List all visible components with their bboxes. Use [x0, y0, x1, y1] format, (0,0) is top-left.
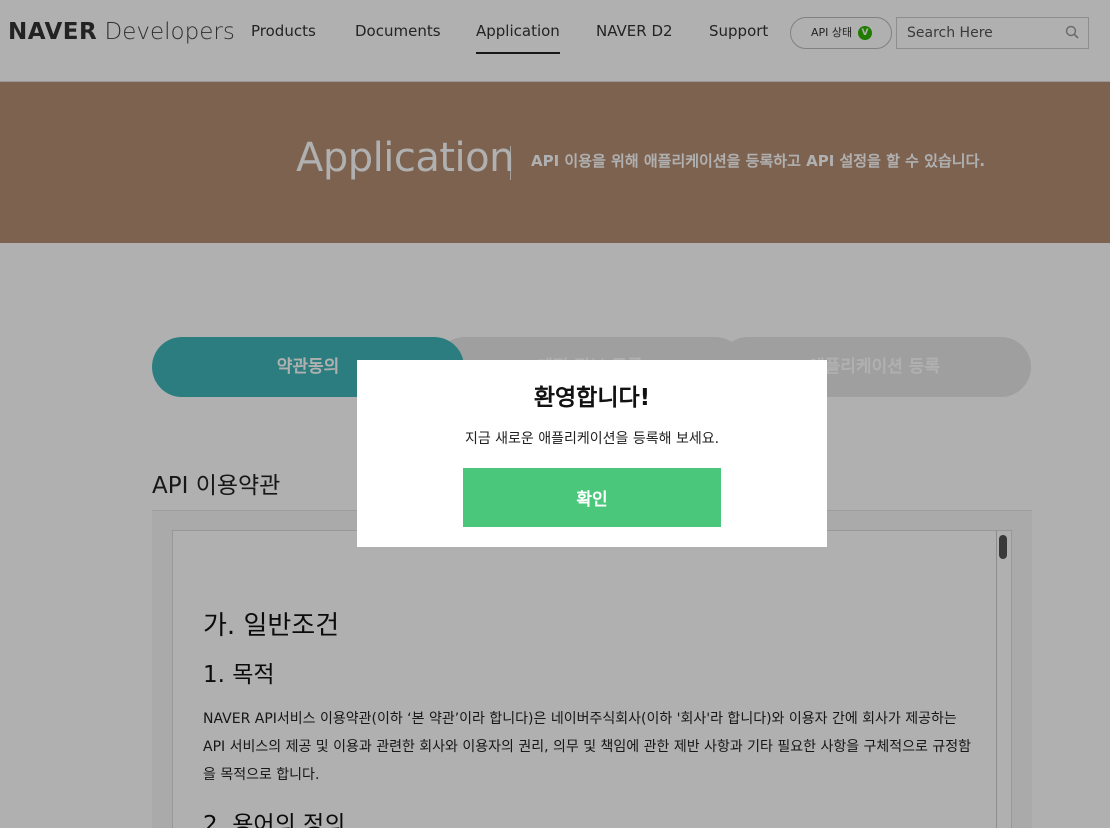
dialog-title: 환영합니다! [533, 385, 651, 411]
dialog-message: 지금 새로운 애플리케이션을 등록해 보세요. [464, 431, 720, 447]
confirm-button[interactable]: 확인 [463, 468, 721, 527]
welcome-dialog: 환영합니다! 지금 새로운 애플리케이션을 등록해 보세요. 확인 [357, 360, 827, 547]
